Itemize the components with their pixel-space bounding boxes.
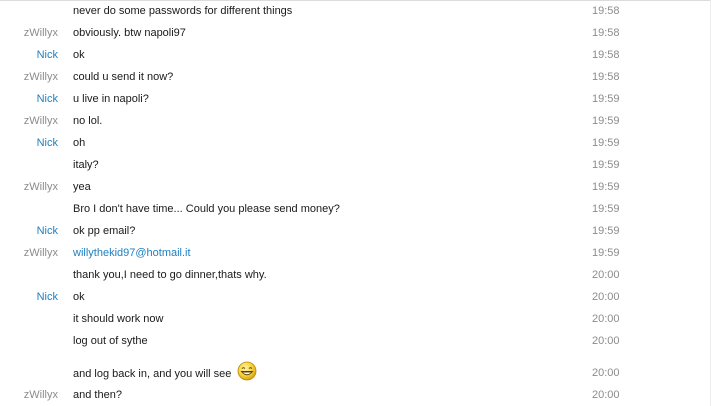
chat-row: Nick u live in napoli? 19:59 [0,88,711,110]
sender-name: Nick [36,93,58,105]
message-text: thank you,I need to go dinner,thats why. [73,269,267,281]
message-text: ok [73,291,85,303]
chat-row: Nick ok pp email? 19:59 [0,220,711,242]
chat-row: and log back in, and you will see 20:00 [0,356,711,384]
message-text: u live in napoli? [73,93,149,105]
sender-name: Nick [36,137,58,149]
chat-row: Nick ok 19:58 [0,44,711,66]
chat-row: zWillyx and then? 20:00 [0,384,711,406]
message-time: 19:59 [592,115,620,127]
sender-name: Nick [36,225,58,237]
message-text: obviously. btw napoli97 [73,27,186,39]
sender-name: zWillyx [23,27,58,39]
laughing-smiley-icon [237,361,257,381]
sender-name: zWillyx [23,71,58,83]
message-time: 20:00 [592,269,620,281]
chat-row: thank you,I need to go dinner,thats why.… [0,264,711,286]
message-text: no lol. [73,115,103,127]
message-time: 20:00 [592,313,620,325]
chat-row: italy? 19:59 [0,154,711,176]
message-text: and then? [73,389,122,401]
message-time: 19:58 [592,49,620,61]
sender-name: zWillyx [23,247,58,259]
chat-row: zWillyx could u send it now? 19:58 [0,66,711,88]
message-time: 19:58 [592,27,620,39]
message-time: 20:00 [592,291,620,303]
message-text: oh [73,137,86,149]
message-time: 19:59 [592,159,620,171]
message-time: 19:59 [592,181,620,193]
sender-name: Nick [36,291,58,303]
message-time: 19:59 [592,247,620,259]
chat-row: Bro I don't have time... Could you pleas… [0,198,711,220]
message-text: log out of sythe [73,335,148,347]
message-text: and log back in, and you will see [73,361,257,381]
message-time: 20:00 [592,389,620,401]
chat-log[interactable]: never do some passwords for different th… [0,0,711,406]
message-time: 20:00 [592,367,620,379]
message-time: 20:00 [592,335,620,347]
email-link[interactable]: willythekid97@hotmail.it [73,247,191,259]
message-time: 19:58 [592,71,620,83]
message-text: could u send it now? [73,71,174,83]
chat-row: zWillyx obviously. btw napoli97 19:58 [0,22,711,44]
message-text: italy? [73,159,99,171]
chat-row: zWillyx no lol. 19:59 [0,110,711,132]
message-text: never do some passwords for different th… [73,5,293,17]
message-time: 19:59 [592,93,620,105]
chat-row: log out of sythe 20:00 [0,330,711,352]
sender-name: zWillyx [23,181,58,193]
chat-row: zWillyx yea 19:59 [0,176,711,198]
message-time: 19:59 [592,203,620,215]
message-time: 19:58 [592,5,620,17]
sender-name: zWillyx [23,115,58,127]
message-text: ok pp email? [73,225,136,237]
chat-row: Nick oh 19:59 [0,132,711,154]
sender-name: zWillyx [23,389,58,401]
chat-row: it should work now 20:00 [0,308,711,330]
chat-row: never do some passwords for different th… [0,0,711,22]
chat-row: Nick ok 20:00 [0,286,711,308]
message-text: it should work now [73,313,164,325]
message-time: 19:59 [592,225,620,237]
message-text: ok [73,49,85,61]
message-text-content: and log back in, and you will see [73,367,232,380]
message-text: yea [73,181,91,193]
message-time: 19:59 [592,137,620,149]
sender-name: Nick [36,49,58,61]
message-text: willythekid97@hotmail.it [73,247,191,260]
message-text: Bro I don't have time... Could you pleas… [73,203,340,215]
chat-row: zWillyx willythekid97@hotmail.it 19:59 [0,242,711,264]
